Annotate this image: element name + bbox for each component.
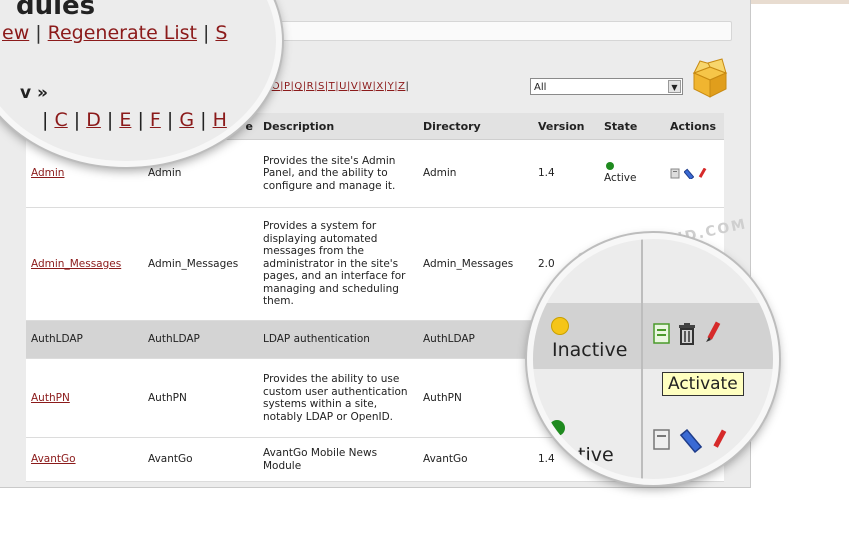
module-directory: AuthLDAP (418, 320, 533, 359)
magnifier-lens-state: Inactive Activate tive (527, 233, 779, 485)
letter-sep: | (405, 81, 410, 92)
inactive-dot-icon (551, 317, 569, 335)
view-label: v » (20, 83, 48, 103)
module-description: Provides a system for displaying automat… (258, 207, 418, 321)
box-icon (692, 58, 728, 98)
chevron-down-icon[interactable]: ▼ (668, 80, 681, 93)
pencil-icon[interactable] (703, 321, 721, 345)
letter-sep: | (200, 109, 207, 131)
nav-link-regenerate[interactable]: Regenerate List (48, 22, 197, 44)
filter-select[interactable]: All ▼ (530, 78, 683, 95)
letter-g[interactable]: G (179, 109, 194, 131)
letter-h[interactable]: H (213, 109, 227, 131)
module-name-link[interactable]: AuthPN (31, 392, 70, 404)
letter-d[interactable]: D (86, 109, 101, 131)
page-title: dules (16, 0, 96, 21)
letter-sep: | (137, 109, 144, 131)
active-dot-icon (549, 420, 565, 436)
edit-icon[interactable] (684, 168, 694, 179)
state-label: Active (604, 172, 637, 185)
letter-filter-small: |N|O|P|Q|R|S|T|U|V|W|X|Y|Z| (256, 81, 409, 92)
filter-selected: All (534, 82, 547, 93)
col-directory[interactable]: Directory (418, 113, 533, 140)
deactivate-icon[interactable] (653, 429, 671, 451)
letter-x[interactable]: |X (372, 81, 383, 92)
module-directory: Admin (418, 139, 533, 208)
letter-sep: | (73, 109, 81, 131)
letter-v[interactable]: |V (347, 81, 358, 92)
module-name-link[interactable]: Admin (31, 167, 64, 179)
module-description: LDAP authentication (258, 320, 418, 359)
trash-icon[interactable] (678, 323, 696, 345)
zoom-state-active: tive (578, 444, 614, 466)
module-directory: AvantGo (418, 437, 533, 482)
module-title: Admin_Messages (143, 207, 258, 321)
pencil-icon[interactable] (709, 429, 727, 453)
nav-link-view[interactable]: ew (2, 22, 29, 44)
module-version: 1.4 (533, 139, 599, 208)
letter-u[interactable]: |U (335, 81, 347, 92)
col-actions: Actions (665, 113, 724, 140)
module-title: AvantGo (143, 437, 258, 482)
module-actions (665, 139, 724, 208)
pencil-icon[interactable] (698, 167, 708, 179)
module-name: AuthLDAP (26, 320, 143, 359)
letter-q[interactable]: |Q (291, 81, 303, 92)
deactivate-icon[interactable] (670, 168, 680, 179)
letter-sep: | (106, 109, 114, 131)
module-title: AuthPN (143, 358, 258, 438)
letter-sep: | (42, 109, 49, 131)
nav-links: ew | Regenerate List | S (2, 22, 227, 44)
letter-f[interactable]: F (150, 109, 161, 131)
module-description: Provides the ability to use custom user … (258, 358, 418, 438)
module-directory: Admin_Messages (418, 207, 533, 321)
active-dot-icon (606, 162, 614, 171)
search-bar[interactable] (250, 21, 732, 41)
edit-icon[interactable] (679, 429, 703, 453)
activate-icon[interactable] (653, 323, 671, 345)
module-description: Provides the site's Admin Panel, and the… (258, 139, 418, 208)
letter-z[interactable]: |Z (394, 81, 405, 92)
activate-tooltip: Activate (662, 372, 744, 396)
letter-t[interactable]: |T (325, 81, 335, 92)
module-name-link[interactable]: AvantGo (31, 453, 76, 465)
module-name-link[interactable]: Admin_Messages (31, 258, 121, 270)
module-state: Active (599, 139, 665, 208)
module-title: AuthLDAP (143, 320, 258, 359)
letter-y[interactable]: |Y (384, 81, 394, 92)
letter-p[interactable]: |P (280, 81, 290, 92)
nav-sep: | (203, 22, 210, 44)
letter-e[interactable]: E (119, 109, 131, 131)
letter-r[interactable]: |R (303, 81, 314, 92)
module-description: AvantGo Mobile News Module (258, 437, 418, 482)
module-directory: AuthPN (418, 358, 533, 438)
col-description: Description (258, 113, 418, 140)
letter-s[interactable]: |S (314, 81, 325, 92)
letter-w[interactable]: |W (358, 81, 372, 92)
column-divider (641, 239, 643, 479)
nav-link-s[interactable]: S (215, 22, 227, 44)
letter-c[interactable]: C (54, 109, 67, 131)
letter-filter-big: | C | D | E | F | G | H (42, 109, 227, 131)
zoom-state-inactive: Inactive (552, 339, 628, 361)
col-version: Version (533, 113, 599, 140)
col-state: State (599, 113, 665, 140)
letter-sep: | (166, 109, 174, 131)
nav-sep: | (35, 22, 42, 44)
